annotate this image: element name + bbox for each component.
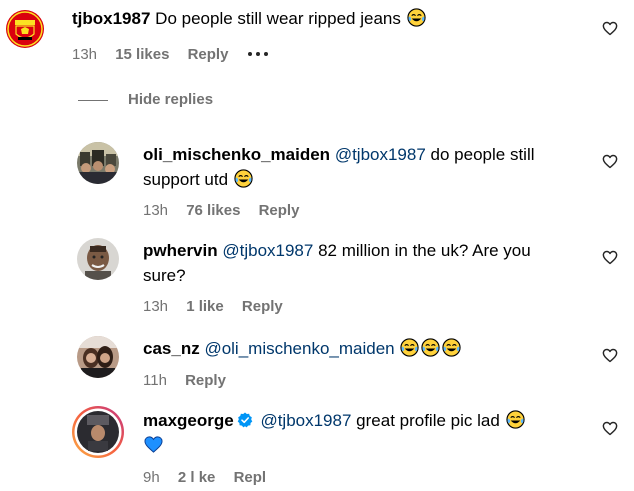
- reply-text: 82 million in the uk? Are you: [318, 241, 531, 260]
- reply-username[interactable]: cas_nz: [143, 339, 200, 358]
- reply-text-continued: sure?: [143, 266, 186, 285]
- avatar[interactable]: [77, 336, 119, 378]
- user-photo-icon: [77, 336, 119, 378]
- reply-button[interactable]: Reply: [259, 202, 300, 219]
- mention-link[interactable]: @tjbox1987: [222, 241, 313, 260]
- emoji-group: [399, 338, 462, 358]
- face-with-tears-of-joy-icon: [400, 338, 419, 357]
- mention-link[interactable]: @oli_mischenko_maiden: [204, 339, 394, 358]
- reply-item: cas_nz @oli_mischenko_maiden 11h Reply: [0, 332, 634, 400]
- reply-likes[interactable]: 76 likes: [186, 202, 240, 219]
- reply-button[interactable]: Reply: [185, 372, 226, 389]
- face-with-tears-of-joy-icon: [406, 8, 426, 27]
- reply-button[interactable]: Reply: [242, 298, 283, 315]
- heart-icon[interactable]: [602, 250, 618, 265]
- reply-item: oli_mischenko_maiden @tjbox1987 do peopl…: [0, 138, 634, 228]
- divider: [78, 100, 108, 101]
- reply-username[interactable]: pwhervin: [143, 241, 218, 260]
- reply-time: 13h: [143, 298, 169, 315]
- reply-username[interactable]: maxgeorge: [143, 411, 234, 430]
- avatar[interactable]: [4, 8, 46, 50]
- comment-text: Do people still wear ripped jeans: [155, 9, 401, 28]
- heart-icon[interactable]: [602, 154, 618, 169]
- reply-text-continued: support utd: [143, 170, 229, 189]
- manchester-united-crest-icon: [4, 8, 46, 50]
- user-photo-icon: [77, 238, 119, 280]
- face-with-tears-of-joy-icon: [505, 410, 525, 429]
- verified-badge-icon: [237, 412, 253, 428]
- reply-item: maxgeorge @tjbox1987 great profile pic l…: [0, 405, 634, 491]
- comment-item: tjbox1987 Do people still wear ripped je…: [0, 0, 634, 80]
- avatar[interactable]: [71, 405, 125, 459]
- avatar[interactable]: [77, 238, 119, 280]
- reply-button[interactable]: Repl: [234, 469, 267, 486]
- more-horizontal-icon[interactable]: [247, 51, 269, 57]
- mention-link[interactable]: @tjbox1987: [260, 411, 351, 430]
- face-with-tears-of-joy-icon: [421, 338, 440, 357]
- hide-replies-label: Hide replies: [128, 91, 214, 108]
- heart-icon[interactable]: [602, 21, 618, 36]
- reply-time: 11h: [143, 372, 167, 389]
- reply-text: great profile pic lad: [356, 411, 500, 430]
- reply-button[interactable]: Reply: [188, 46, 229, 63]
- blue-heart-icon: [144, 436, 163, 453]
- comment-username[interactable]: tjbox1987: [72, 9, 150, 28]
- comment-likes[interactable]: 15 likes: [115, 46, 169, 63]
- user-photo-icon: [77, 142, 119, 184]
- avatar[interactable]: [77, 142, 119, 184]
- story-ring-avatar-icon: [72, 406, 124, 458]
- face-with-tears-of-joy-icon: [442, 338, 461, 357]
- reply-text: do people still: [430, 145, 535, 164]
- comment-time: 13h: [72, 46, 98, 63]
- reply-username[interactable]: oli_mischenko_maiden: [143, 145, 330, 164]
- reply-item: pwhervin @tjbox1987 82 million in the uk…: [0, 234, 634, 324]
- mention-link[interactable]: @tjbox1987: [335, 145, 426, 164]
- heart-icon[interactable]: [602, 421, 618, 436]
- reply-likes[interactable]: 1 like: [186, 298, 224, 315]
- reply-likes[interactable]: 2 l ke: [178, 469, 216, 486]
- face-with-tears-of-joy-icon: [234, 169, 253, 188]
- reply-time: 13h: [143, 202, 169, 219]
- comment-thread: tjbox1987 Do people still wear ripped je…: [0, 0, 634, 491]
- reply-time: 9h: [143, 469, 160, 486]
- heart-icon[interactable]: [602, 348, 618, 363]
